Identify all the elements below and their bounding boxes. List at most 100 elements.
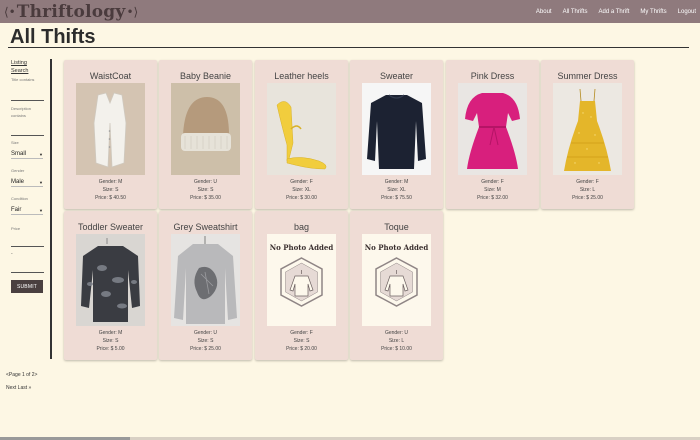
nav-all-thrifts[interactable]: All Thrifts — [563, 9, 588, 15]
listing-price: Price: $ 30.00 — [286, 195, 317, 201]
nav-about[interactable]: About — [536, 9, 552, 15]
listing-size: Size: S — [102, 338, 119, 344]
no-photo-text: No Photo Added — [365, 243, 429, 252]
gender-value: Male — [11, 179, 25, 185]
navbar: ⟨• Thriftology •⟩ About All Thrifts Add … — [0, 0, 700, 23]
listing-title: Baby Beanie — [179, 71, 232, 81]
listing-size: Size: S — [102, 187, 119, 193]
nav-my-thrifts[interactable]: My Thrifts — [640, 9, 666, 15]
listing-size: Size: L — [388, 338, 405, 344]
listing-gender: Gender: M — [384, 179, 409, 185]
listing-gender: Gender: F — [576, 179, 599, 185]
listing-price: Price: $ 32.00 — [477, 195, 508, 201]
listing-card[interactable]: bag No Photo Added Gender: F Size: S Pri… — [255, 211, 348, 360]
logo-ornament-left-icon: ⟨• — [4, 4, 16, 19]
listing-card[interactable]: WaistCoat Gender: M Size: S Price: $ 40.… — [64, 60, 157, 209]
chevron-down-icon: ▼ — [39, 151, 43, 157]
no-photo-image: No Photo Added — [267, 234, 336, 326]
next-page-link[interactable]: Next — [6, 385, 16, 391]
listing-price: Price: $ 20.00 — [286, 346, 317, 352]
last-page-link[interactable]: Last » — [18, 385, 32, 391]
toddler-sweater-image — [76, 234, 145, 326]
listing-gender: Gender: F — [481, 179, 504, 185]
listing-size: Size: L — [579, 187, 596, 193]
listing-gender: Gender: F — [290, 179, 313, 185]
summer-dress-image — [553, 83, 622, 175]
listing-size: Size: XL — [292, 187, 311, 193]
listing-title: Summer Dress — [557, 71, 618, 81]
sidebar-divider — [50, 59, 52, 359]
nav-add-thrift[interactable]: Add a Thrift — [599, 9, 630, 15]
listing-title: Sweater — [379, 71, 414, 81]
listing-card[interactable]: Toddler Sweater Gender: M Size: S Price:… — [64, 211, 157, 360]
pink-dress-image — [458, 83, 527, 175]
grey-sweatshirt-image — [171, 234, 240, 326]
title-contains-input[interactable] — [11, 100, 44, 101]
listing-card[interactable]: Summer Dress Gender: F Size: L Price: $ … — [541, 60, 634, 209]
listing-size: Size: S — [197, 187, 214, 193]
beanie-image — [171, 83, 240, 175]
listing-gender: Gender: U — [384, 330, 409, 336]
title-contains-label: Title contains — [11, 77, 35, 82]
listing-card[interactable]: Sweater Gender: M Size: XL Price: $ 75.5… — [350, 60, 443, 209]
listing-price: Price: $ 5.00 — [96, 346, 125, 352]
listing-gender: Gender: U — [193, 330, 218, 336]
listing-size: Size: M — [484, 187, 501, 193]
price-max-input[interactable] — [11, 272, 44, 273]
listing-size: Size: S — [197, 338, 214, 344]
heels-image — [267, 83, 336, 175]
listing-title: bag — [293, 222, 310, 232]
size-label: Size — [11, 140, 19, 145]
listing-price: Price: $ 10.00 — [381, 346, 412, 352]
listing-card[interactable]: Pink Dress Gender: F Size: M Price: $ 32… — [446, 60, 539, 209]
condition-label: Condition — [11, 196, 28, 201]
listing-title: Leather heels — [274, 71, 329, 81]
page-title: All Thifts — [10, 26, 96, 48]
title-divider — [8, 47, 689, 48]
price-separator: - — [11, 251, 13, 257]
listing-price: Price: $ 25.00 — [572, 195, 603, 201]
size-select[interactable]: Small ▼ — [11, 150, 43, 159]
listing-card[interactable]: Baby Beanie Gender: U Size: S Price: $ 3… — [159, 60, 252, 209]
listing-gender: Gender: U — [193, 179, 218, 185]
listing-size: Size: S — [293, 338, 310, 344]
listing-card[interactable]: Leather heels Gender: F Size: XL Price: … — [255, 60, 348, 209]
submit-button[interactable]: SUBMIT — [11, 280, 43, 293]
waistcoat-image — [76, 83, 145, 175]
brand-logo[interactable]: ⟨• Thriftology •⟩ — [4, 1, 138, 22]
sweater-image — [362, 83, 431, 175]
condition-select[interactable]: Fair ▼ — [11, 206, 43, 215]
nav-links: About All Thrifts Add a Thrift My Thrift… — [536, 0, 700, 23]
listing-gender: Gender: M — [98, 179, 123, 185]
search-sidebar: Listing Search Title contains Descriptio… — [11, 59, 47, 299]
sidebar-title-line2: Search — [11, 68, 29, 74]
listing-price: Price: $ 40.50 — [95, 195, 126, 201]
price-min-input[interactable] — [11, 246, 44, 247]
gender-select[interactable]: Male ▼ — [11, 178, 43, 187]
listing-size: Size: XL — [387, 187, 406, 193]
page-info: <Page 1 of 2> — [6, 372, 38, 378]
description-input[interactable] — [11, 135, 44, 136]
nav-logout[interactable]: Logout — [678, 9, 696, 15]
listing-title: Toque — [384, 222, 409, 232]
listing-title: Toddler Sweater — [77, 222, 144, 232]
condition-value: Fair — [11, 207, 22, 213]
chevron-down-icon: ▼ — [39, 207, 43, 213]
listing-price: Price: $ 25.00 — [190, 346, 221, 352]
gender-label: Gender — [11, 168, 25, 173]
no-photo-text: No Photo Added — [270, 243, 334, 252]
brand-name: Thriftology — [16, 1, 126, 22]
price-label: Price — [11, 226, 21, 231]
description-label-2: contains — [11, 113, 26, 118]
listing-gender: Gender: M — [98, 330, 123, 336]
pagination-links: Next Last » — [6, 385, 31, 391]
listing-title: Pink Dress — [470, 71, 515, 81]
sidebar-title-line1: Listing — [11, 60, 27, 66]
logo-ornament-right-icon: •⟩ — [126, 4, 139, 19]
listing-card[interactable]: Grey Sweatshirt Gender: U Size: S Price:… — [159, 211, 252, 360]
listing-card[interactable]: Toque No Photo Added Gender: U Size: L P… — [350, 211, 443, 360]
listing-title: Grey Sweatshirt — [173, 222, 238, 232]
listing-title: WaistCoat — [89, 71, 132, 81]
no-photo-image: No Photo Added — [362, 234, 431, 326]
listing-price: Price: $ 35.00 — [190, 195, 221, 201]
